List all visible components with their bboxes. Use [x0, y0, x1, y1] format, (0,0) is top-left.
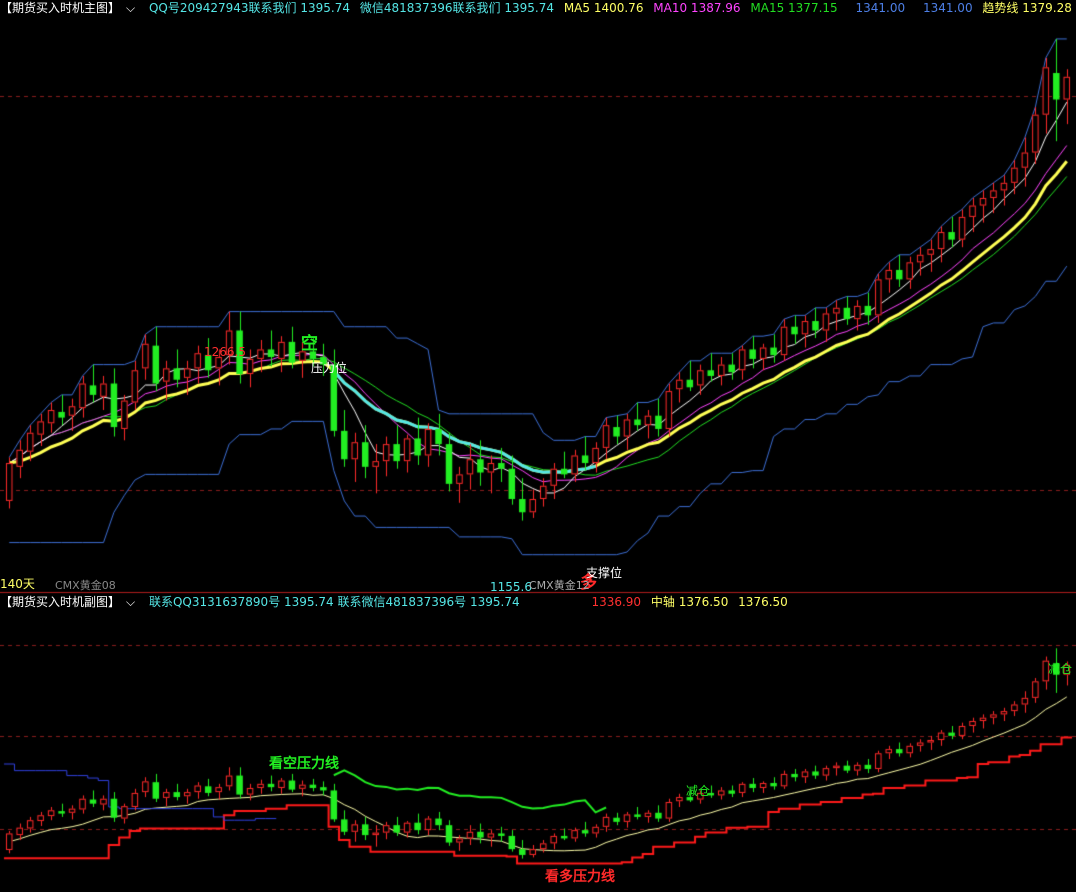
main-chart-header: 【期货买入时机主图】 ⌵ QQ号209427943联系我们 1395.74 微信4… [0, 0, 1076, 16]
main-qq: QQ号209427943联系我们 1395.74 [148, 1, 350, 15]
ma5-value: MA5 1400.76 [563, 1, 644, 15]
trend-value: 趋势线 1379.28 [982, 1, 1072, 15]
main-wechat: 微信481837396联系我们 1395.74 [359, 1, 554, 15]
chevron-down-icon[interactable]: ⌵ [126, 595, 135, 609]
short-signal: 空 [301, 334, 318, 354]
sub-contact: 联系QQ3131637890号 1395.74 联系微信481837396号 1… [148, 595, 520, 609]
sub-mid-axis-value: 1376.50 [738, 595, 788, 609]
low-price-label: 1155.6 [490, 580, 532, 594]
contract-left-label: CMX黄金08 [55, 579, 116, 592]
sub-mid-axis: 中轴 1376.50 [650, 595, 729, 609]
support-label: 支撑位 [586, 566, 623, 580]
high-price-label: 1266.5 [204, 345, 246, 359]
reduce-position-label-1: 减仓 [1048, 662, 1073, 676]
ma15-value: MA15 1377.15 [750, 1, 838, 15]
contract-right-label: CMX黄金12 [529, 579, 590, 592]
reduce-position-label-2: 减仓 [686, 784, 711, 798]
ma10-value: MA10 1387.96 [653, 1, 741, 15]
main-title[interactable]: 【期货买入时机主图】 [0, 1, 120, 15]
sub-title[interactable]: 【期货买入时机副图】 [0, 595, 120, 609]
bear-pressure-line-label: 看空压力线 [269, 756, 339, 772]
chevron-down-icon[interactable]: ⌵ [126, 1, 135, 15]
band1-value: 1341.00 [855, 1, 906, 15]
resistance-label: 压力位 [311, 361, 348, 375]
sub-chart-header: 【期货买入时机副图】 ⌵ 联系QQ3131637890号 1395.74 联系微信… [0, 594, 1076, 610]
futures-candlestick-chart[interactable] [0, 0, 1076, 892]
band2-value: 1341.00 [922, 1, 973, 15]
bull-pressure-line-label: 看多压力线 [545, 869, 615, 885]
days-label: 140天 [0, 577, 35, 591]
sub-low-band: 1336.90 [591, 595, 642, 609]
